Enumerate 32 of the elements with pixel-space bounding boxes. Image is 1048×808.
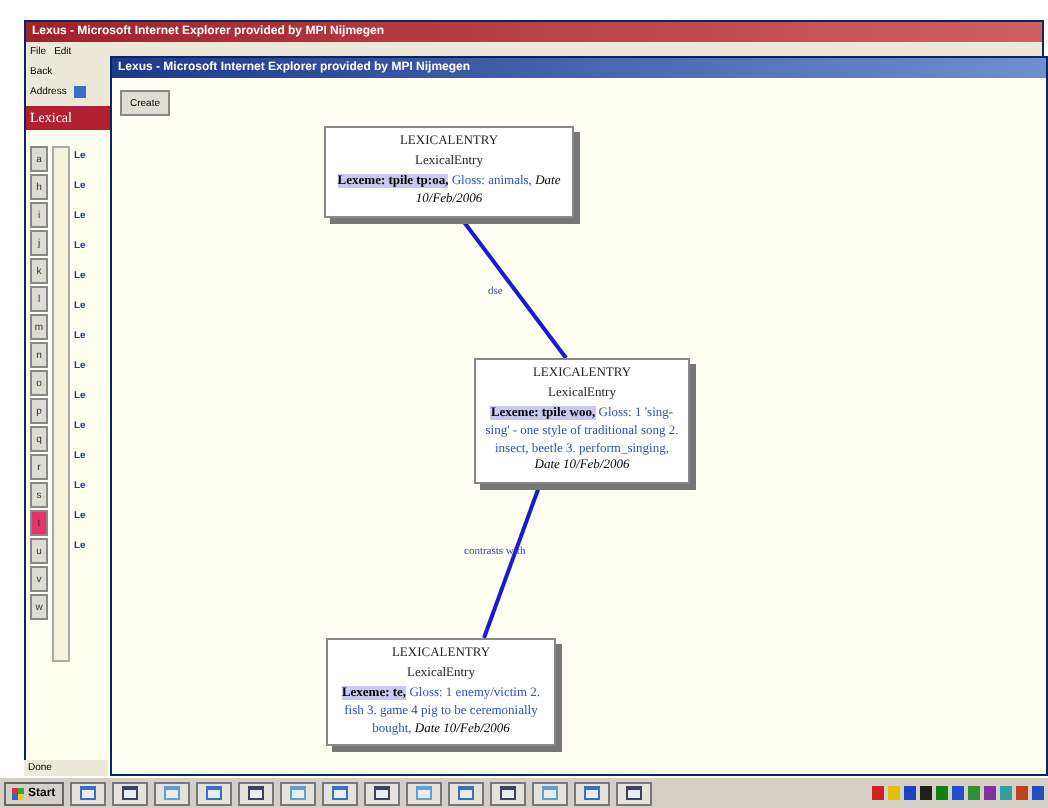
window-icon [331, 786, 348, 800]
taskbar-button[interactable] [69, 781, 106, 805]
window-icon [79, 786, 96, 800]
taskbar-button[interactable] [153, 781, 190, 805]
window-icon [205, 786, 222, 800]
taskbar-button[interactable] [615, 781, 652, 805]
taskbar-button[interactable] [321, 781, 358, 805]
page-icon [74, 86, 87, 98]
taskbar-button[interactable] [237, 781, 274, 805]
taskbar-button[interactable] [447, 781, 484, 805]
taskbar-button[interactable] [489, 781, 526, 805]
window-icon [625, 786, 642, 800]
window-icon [499, 786, 516, 800]
taskbar-button[interactable] [573, 781, 610, 805]
window-icon [373, 786, 390, 800]
taskbar-button[interactable] [363, 781, 400, 805]
taskbar-button[interactable] [531, 781, 568, 805]
window-icon [457, 786, 474, 800]
scrollbar[interactable] [52, 146, 70, 662]
connector-line [462, 220, 568, 360]
taskbar-button[interactable] [111, 781, 148, 805]
taskbar-button[interactable] [405, 781, 442, 805]
window-icon [121, 786, 138, 800]
windows-logo-icon [12, 787, 24, 799]
taskbar-button[interactable] [279, 781, 316, 805]
window-icon [247, 786, 264, 800]
taskbar-button[interactable] [195, 781, 232, 805]
window-icon [289, 786, 306, 800]
window-icon [415, 786, 432, 800]
window-icon [163, 786, 180, 800]
window-icon [541, 786, 558, 800]
window-icon [583, 786, 600, 800]
